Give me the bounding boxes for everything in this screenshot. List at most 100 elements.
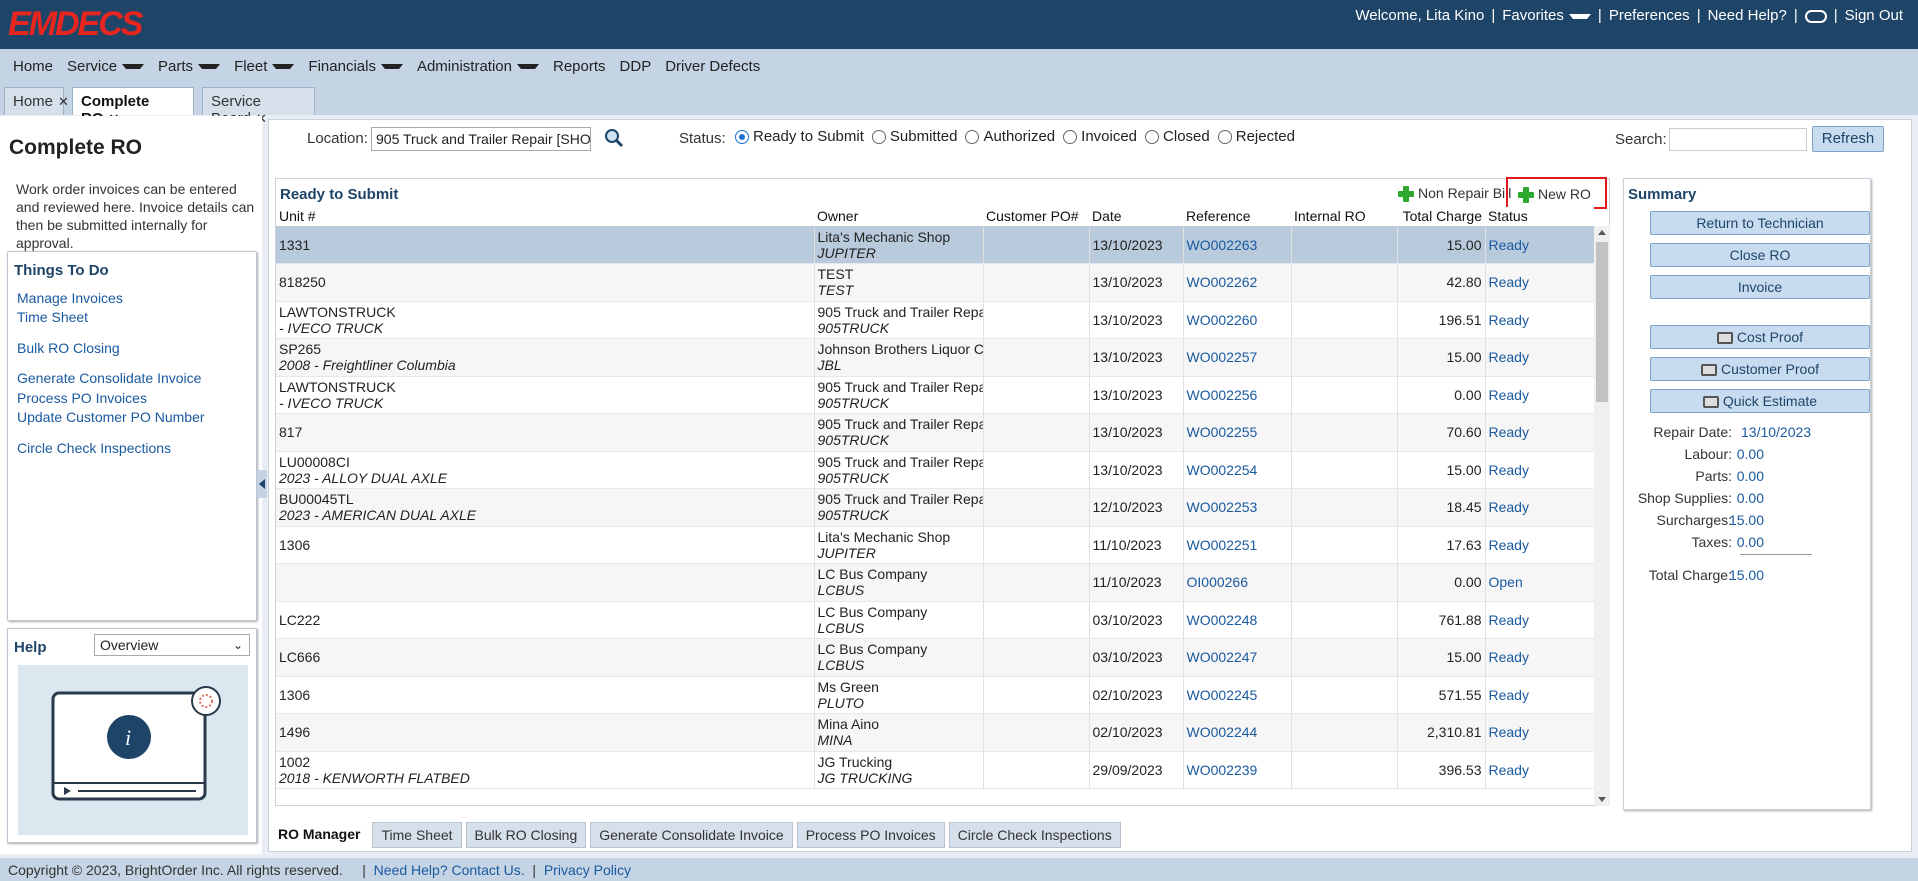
status-rejected[interactable]: Rejected xyxy=(1217,128,1295,145)
time-sheet-link[interactable]: Time Sheet xyxy=(17,309,88,325)
reference-link[interactable]: WO002256 xyxy=(1183,376,1292,414)
table-row[interactable]: BU00045TL 2023 - AMERICAN DUAL AXLE 905 Tr… xyxy=(276,488,1594,527)
quick-estimate-button[interactable]: Quick Estimate xyxy=(1650,389,1870,413)
status-cell[interactable]: Ready xyxy=(1485,263,1594,302)
menu-parts[interactable]: Parts xyxy=(151,58,227,75)
radio-button[interactable] xyxy=(735,130,749,145)
reference-link[interactable]: WO002255 xyxy=(1183,413,1292,452)
reference-link[interactable]: WO002245 xyxy=(1183,676,1292,714)
reference-link[interactable]: WO002257 xyxy=(1183,338,1292,377)
reference-link[interactable]: OI000266 xyxy=(1183,563,1292,602)
favorites-menu[interactable]: Favorites xyxy=(1495,7,1598,24)
radio-button[interactable] xyxy=(965,130,980,145)
menu-service[interactable]: Service xyxy=(60,58,151,75)
tab-home[interactable]: Home ✕ xyxy=(4,87,69,115)
chat-icon[interactable] xyxy=(1798,7,1834,24)
location-search-icon[interactable] xyxy=(604,128,624,152)
col-date[interactable]: Date xyxy=(1089,207,1183,227)
reference-link[interactable]: WO002251 xyxy=(1183,526,1292,564)
tab-service-board[interactable]: Service Board✕ xyxy=(202,87,315,127)
preferences-link[interactable]: Preferences xyxy=(1602,7,1697,24)
emdecs-logo[interactable]: EMDECS xyxy=(8,5,143,44)
radio-button[interactable] xyxy=(1145,130,1160,145)
col-unit[interactable]: Unit # xyxy=(276,207,814,227)
table-row[interactable]: SP265 2008 - Freightliner Columbia Johnson… xyxy=(276,338,1594,377)
table-row[interactable]: LAWTONSTRUCK - IVECO TRUCK 905 Truck and T… xyxy=(276,376,1594,414)
new-ro-button[interactable]: New RO xyxy=(1506,177,1607,209)
invoice-button[interactable]: Invoice xyxy=(1650,275,1870,299)
menu-driver-defects[interactable]: Driver Defects xyxy=(658,58,767,75)
generate-consolidate-invoice-link[interactable]: Generate Consolidate Invoice xyxy=(17,370,201,386)
status-cell[interactable]: Ready xyxy=(1485,526,1594,564)
need-help-link[interactable]: Need Help? xyxy=(1701,7,1794,24)
table-row[interactable]: 1496 Mina Aino MINA 02/10/2023 WO002244 2,310… xyxy=(276,713,1594,752)
col-total-charge[interactable]: Total Charge xyxy=(1397,207,1485,227)
status-cell[interactable]: Ready xyxy=(1485,713,1594,752)
bulk-ro-closing-link[interactable]: Bulk RO Closing xyxy=(17,340,120,356)
process-po-invoices-link[interactable]: Process PO Invoices xyxy=(17,390,147,406)
tab-time-sheet[interactable]: Time Sheet xyxy=(372,822,462,848)
reference-link[interactable]: WO002262 xyxy=(1183,263,1292,302)
status-cell[interactable]: Ready xyxy=(1485,301,1594,339)
status-cell[interactable]: Ready xyxy=(1485,338,1594,377)
status-cell[interactable]: Open xyxy=(1485,563,1594,602)
status-cell[interactable]: Ready xyxy=(1485,601,1594,639)
non-repair-bill-button[interactable]: Non Repair Bill xyxy=(1398,185,1511,203)
search-input[interactable] xyxy=(1669,128,1807,151)
status-cell[interactable]: Ready xyxy=(1485,226,1594,264)
status-cell[interactable]: Ready xyxy=(1485,638,1594,677)
manage-invoices-link[interactable]: Manage Invoices xyxy=(17,290,123,306)
return-to-technician-button[interactable]: Return to Technician xyxy=(1650,211,1870,235)
scroll-up-icon[interactable] xyxy=(1598,230,1606,235)
reference-link[interactable]: WO002244 xyxy=(1183,713,1292,752)
grid-scrollbar[interactable] xyxy=(1594,226,1610,806)
table-row[interactable]: 817 905 Truck and Trailer Repair 905TRUCK 1… xyxy=(276,413,1594,452)
menu-reports[interactable]: Reports xyxy=(546,58,613,75)
reference-link[interactable]: WO002263 xyxy=(1183,226,1292,264)
status-submitted[interactable]: Submitted xyxy=(871,128,957,145)
radio-button[interactable] xyxy=(871,130,886,145)
reference-link[interactable]: WO002260 xyxy=(1183,301,1292,339)
menu-ddp[interactable]: DDP xyxy=(613,58,659,75)
reference-link[interactable]: WO002253 xyxy=(1183,488,1292,527)
col-internal-ro[interactable]: Internal RO xyxy=(1291,207,1397,227)
customer-proof-button[interactable]: Customer Proof xyxy=(1650,357,1870,381)
col-reference[interactable]: Reference xyxy=(1183,207,1291,227)
close-icon[interactable]: ✕ xyxy=(58,94,69,109)
refresh-button[interactable]: Refresh xyxy=(1812,126,1884,152)
help-topic-select[interactable]: Overview ⌄ xyxy=(94,634,250,656)
menu-home[interactable]: Home xyxy=(6,58,60,75)
menu-administration[interactable]: Administration xyxy=(410,58,546,75)
status-cell[interactable]: Ready xyxy=(1485,413,1594,452)
col-status[interactable]: Status xyxy=(1485,207,1594,227)
status-cell[interactable]: Ready xyxy=(1485,751,1594,789)
scroll-down-icon[interactable] xyxy=(1598,797,1606,802)
status-invoiced[interactable]: Invoiced xyxy=(1063,128,1137,145)
help-video[interactable]: i xyxy=(18,665,248,835)
circle-check-inspections-link[interactable]: Circle Check Inspections xyxy=(17,440,171,456)
close-ro-button[interactable]: Close RO xyxy=(1650,243,1870,267)
collapse-panel-handle[interactable] xyxy=(257,470,267,498)
status-ready-to-submit[interactable]: Ready to Submit xyxy=(735,128,864,145)
tab-circle-check-inspections[interactable]: Circle Check Inspections xyxy=(948,822,1121,848)
tab-ro-manager[interactable]: RO Manager xyxy=(270,822,369,848)
status-closed[interactable]: Closed xyxy=(1145,128,1210,145)
reference-link[interactable]: WO002247 xyxy=(1183,638,1292,677)
tab-process-po-invoices[interactable]: Process PO Invoices xyxy=(796,822,945,848)
col-owner[interactable]: Owner xyxy=(814,207,983,227)
tab-generate-consolidate-invoice[interactable]: Generate Consolidate Invoice xyxy=(590,822,793,848)
table-row[interactable]: LC666 LC Bus Company LCBUS 03/10/2023 WO0022… xyxy=(276,638,1594,677)
status-authorized[interactable]: Authorized xyxy=(965,128,1055,145)
table-row[interactable]: LU00008CI 2023 - ALLOY DUAL AXLE 905 Truck… xyxy=(276,451,1594,489)
table-row[interactable]: 1306 Ms Green PLUTO 02/10/2023 WO002245 571.5… xyxy=(276,676,1594,714)
table-row[interactable]: 1331 Lita's Mechanic Shop JUPITER 13/10/202… xyxy=(276,226,1594,264)
table-row[interactable]: LC Bus Company LCBUS 11/10/2023 OI000266 0.0… xyxy=(276,563,1594,602)
update-customer-po-link[interactable]: Update Customer PO Number xyxy=(17,409,205,425)
reference-link[interactable]: WO002254 xyxy=(1183,451,1292,489)
table-row[interactable]: 818250 TEST TEST 13/10/2023 WO002262 42.80 Rea… xyxy=(276,263,1594,302)
menu-financials[interactable]: Financials xyxy=(301,58,410,75)
table-row[interactable]: 1002 2018 - KENWORTH FLATBED JG Trucking JG… xyxy=(276,751,1594,789)
radio-button[interactable] xyxy=(1217,130,1232,145)
sign-out-link[interactable]: Sign Out xyxy=(1838,7,1910,24)
table-row[interactable]: LAWTONSTRUCK - IVECO TRUCK 905 Truck and T… xyxy=(276,301,1594,339)
